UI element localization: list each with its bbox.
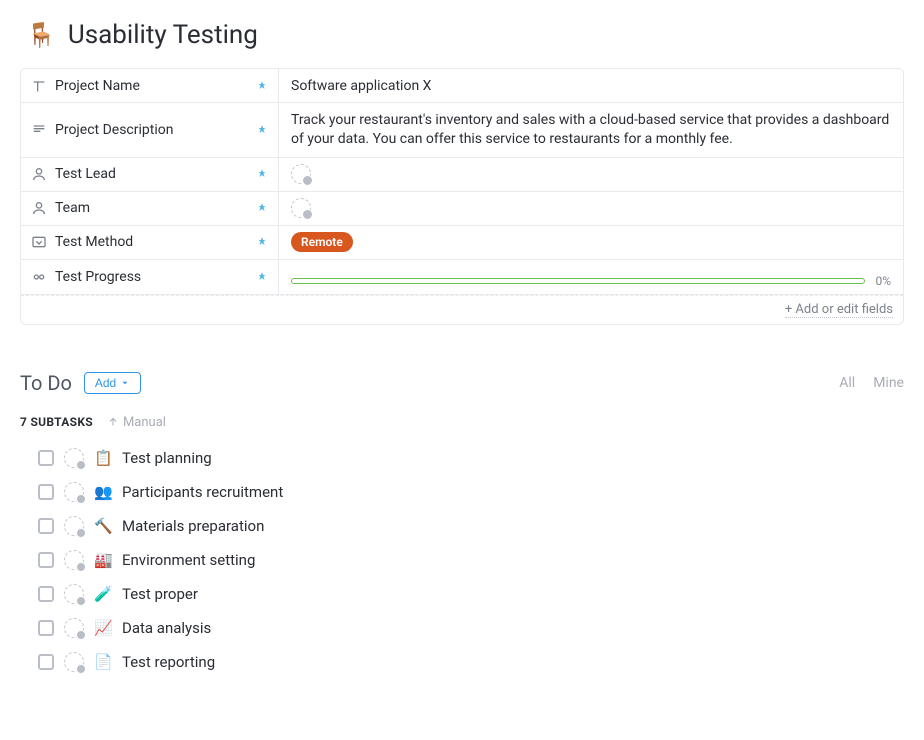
filter-all[interactable]: All [839, 375, 855, 391]
project-description-value: Track your restaurant's inventory and sa… [291, 111, 891, 149]
subtask-row[interactable]: 🏭 Environment setting [38, 550, 904, 570]
field-label-cell[interactable]: Team [21, 192, 279, 225]
field-label-cell[interactable]: Project Name [21, 69, 279, 102]
section-header: To Do Add All Mine [20, 371, 904, 395]
subtask-name[interactable]: Test planning [122, 449, 212, 467]
text-icon [31, 78, 47, 94]
page-header: 🪑 Usability Testing [20, 20, 904, 50]
field-value[interactable]: Remote [279, 226, 903, 259]
test-method-tag[interactable]: Remote [291, 232, 353, 252]
assignee-placeholder-icon[interactable] [291, 198, 311, 218]
progress-bar[interactable] [291, 278, 865, 284]
add-edit-fields-link[interactable]: + Add or edit fields [785, 302, 893, 318]
sort-mode[interactable]: Manual [107, 415, 166, 430]
field-label: Team [55, 200, 90, 216]
subtask-name[interactable]: Materials preparation [122, 517, 264, 535]
subtask-row[interactable]: 📄 Test reporting [38, 652, 904, 672]
pin-icon[interactable] [256, 202, 268, 214]
subtask-count: 7 SUBTASKS [20, 415, 93, 429]
subtask-checkbox[interactable] [38, 450, 54, 466]
field-label: Project Description [55, 122, 173, 138]
field-label-cell[interactable]: Test Lead [21, 158, 279, 191]
field-test-lead: Test Lead [21, 158, 903, 192]
subtask-row[interactable]: 👥 Participants recruitment [38, 482, 904, 502]
assignee-placeholder-icon[interactable] [291, 164, 311, 184]
field-value[interactable] [279, 192, 903, 225]
field-label: Project Name [55, 78, 140, 94]
progress-icon [31, 269, 47, 285]
subtask-emoji: 📄 [94, 653, 112, 671]
subtask-emoji: 🔨 [94, 517, 112, 535]
chevron-down-icon [120, 378, 130, 388]
assignee-placeholder-icon[interactable] [64, 550, 84, 570]
subtask-name[interactable]: Environment setting [122, 551, 255, 569]
project-name-value: Software application X [291, 78, 431, 94]
pin-icon[interactable] [256, 168, 268, 180]
field-test-method: Test Method Remote [21, 226, 903, 260]
field-value[interactable]: Software application X [279, 69, 903, 102]
filter-mine[interactable]: Mine [873, 375, 904, 391]
assignee-placeholder-icon[interactable] [64, 482, 84, 502]
custom-fields-panel: Project Name Software application X Proj… [20, 68, 904, 325]
filter-tabs: All Mine [839, 375, 904, 391]
field-value[interactable] [279, 158, 903, 191]
progress-percent: 0% [875, 274, 891, 288]
add-edit-fields-row: + Add or edit fields [21, 295, 903, 324]
subtask-row[interactable]: 🔨 Materials preparation [38, 516, 904, 536]
subtask-emoji: 🧪 [94, 585, 112, 603]
subtask-checkbox[interactable] [38, 518, 54, 534]
field-project-description: Project Description Track your restauran… [21, 103, 903, 158]
field-test-progress: Test Progress 0% [21, 260, 903, 295]
subtask-checkbox[interactable] [38, 586, 54, 602]
field-value[interactable]: Track your restaurant's inventory and sa… [279, 103, 903, 157]
subtask-name[interactable]: Test reporting [122, 653, 215, 671]
pin-icon[interactable] [256, 236, 268, 248]
subtask-emoji: 📋 [94, 449, 112, 467]
field-value[interactable]: 0% [279, 260, 903, 294]
subtask-checkbox[interactable] [38, 552, 54, 568]
subtask-name[interactable]: Test proper [122, 585, 198, 603]
person-icon [31, 166, 47, 182]
field-label-cell[interactable]: Project Description [21, 103, 279, 157]
subtask-list: 📋 Test planning 👥 Participants recruitment 🔨… [20, 448, 904, 672]
assignee-placeholder-icon[interactable] [64, 516, 84, 536]
subtask-emoji: 👥 [94, 483, 112, 501]
field-label: Test Progress [55, 269, 141, 285]
dropdown-icon [31, 234, 47, 250]
field-label-cell[interactable]: Test Method [21, 226, 279, 259]
subtask-row[interactable]: 📈 Data analysis [38, 618, 904, 638]
subtask-name[interactable]: Participants recruitment [122, 483, 283, 501]
subtask-emoji: 🏭 [94, 551, 112, 569]
subtask-list-header: 7 SUBTASKS Manual [20, 415, 904, 430]
sort-label: Manual [123, 415, 166, 430]
field-label: Test Lead [55, 166, 116, 182]
assignee-placeholder-icon[interactable] [64, 584, 84, 604]
paragraph-icon [31, 122, 47, 138]
field-team: Team [21, 192, 903, 226]
assignee-placeholder-icon[interactable] [64, 652, 84, 672]
subtask-row[interactable]: 🧪 Test proper [38, 584, 904, 604]
add-button-label: Add [95, 376, 116, 390]
subtask-row[interactable]: 📋 Test planning [38, 448, 904, 468]
pin-icon[interactable] [256, 80, 268, 92]
page-title[interactable]: Usability Testing [68, 20, 258, 50]
subtask-checkbox[interactable] [38, 484, 54, 500]
pin-icon[interactable] [256, 124, 268, 136]
assignee-placeholder-icon[interactable] [64, 448, 84, 468]
add-button[interactable]: Add [84, 372, 141, 394]
field-label-cell[interactable]: Test Progress [21, 260, 279, 294]
subtask-checkbox[interactable] [38, 654, 54, 670]
subtask-emoji: 📈 [94, 619, 112, 637]
subtask-name[interactable]: Data analysis [122, 619, 211, 637]
field-project-name: Project Name Software application X [21, 69, 903, 103]
section-title: To Do [20, 371, 72, 395]
pin-icon[interactable] [256, 271, 268, 283]
subtask-checkbox[interactable] [38, 620, 54, 636]
field-label: Test Method [55, 234, 133, 250]
person-icon [31, 200, 47, 216]
assignee-placeholder-icon[interactable] [64, 618, 84, 638]
page-emoji: 🪑 [26, 21, 56, 49]
